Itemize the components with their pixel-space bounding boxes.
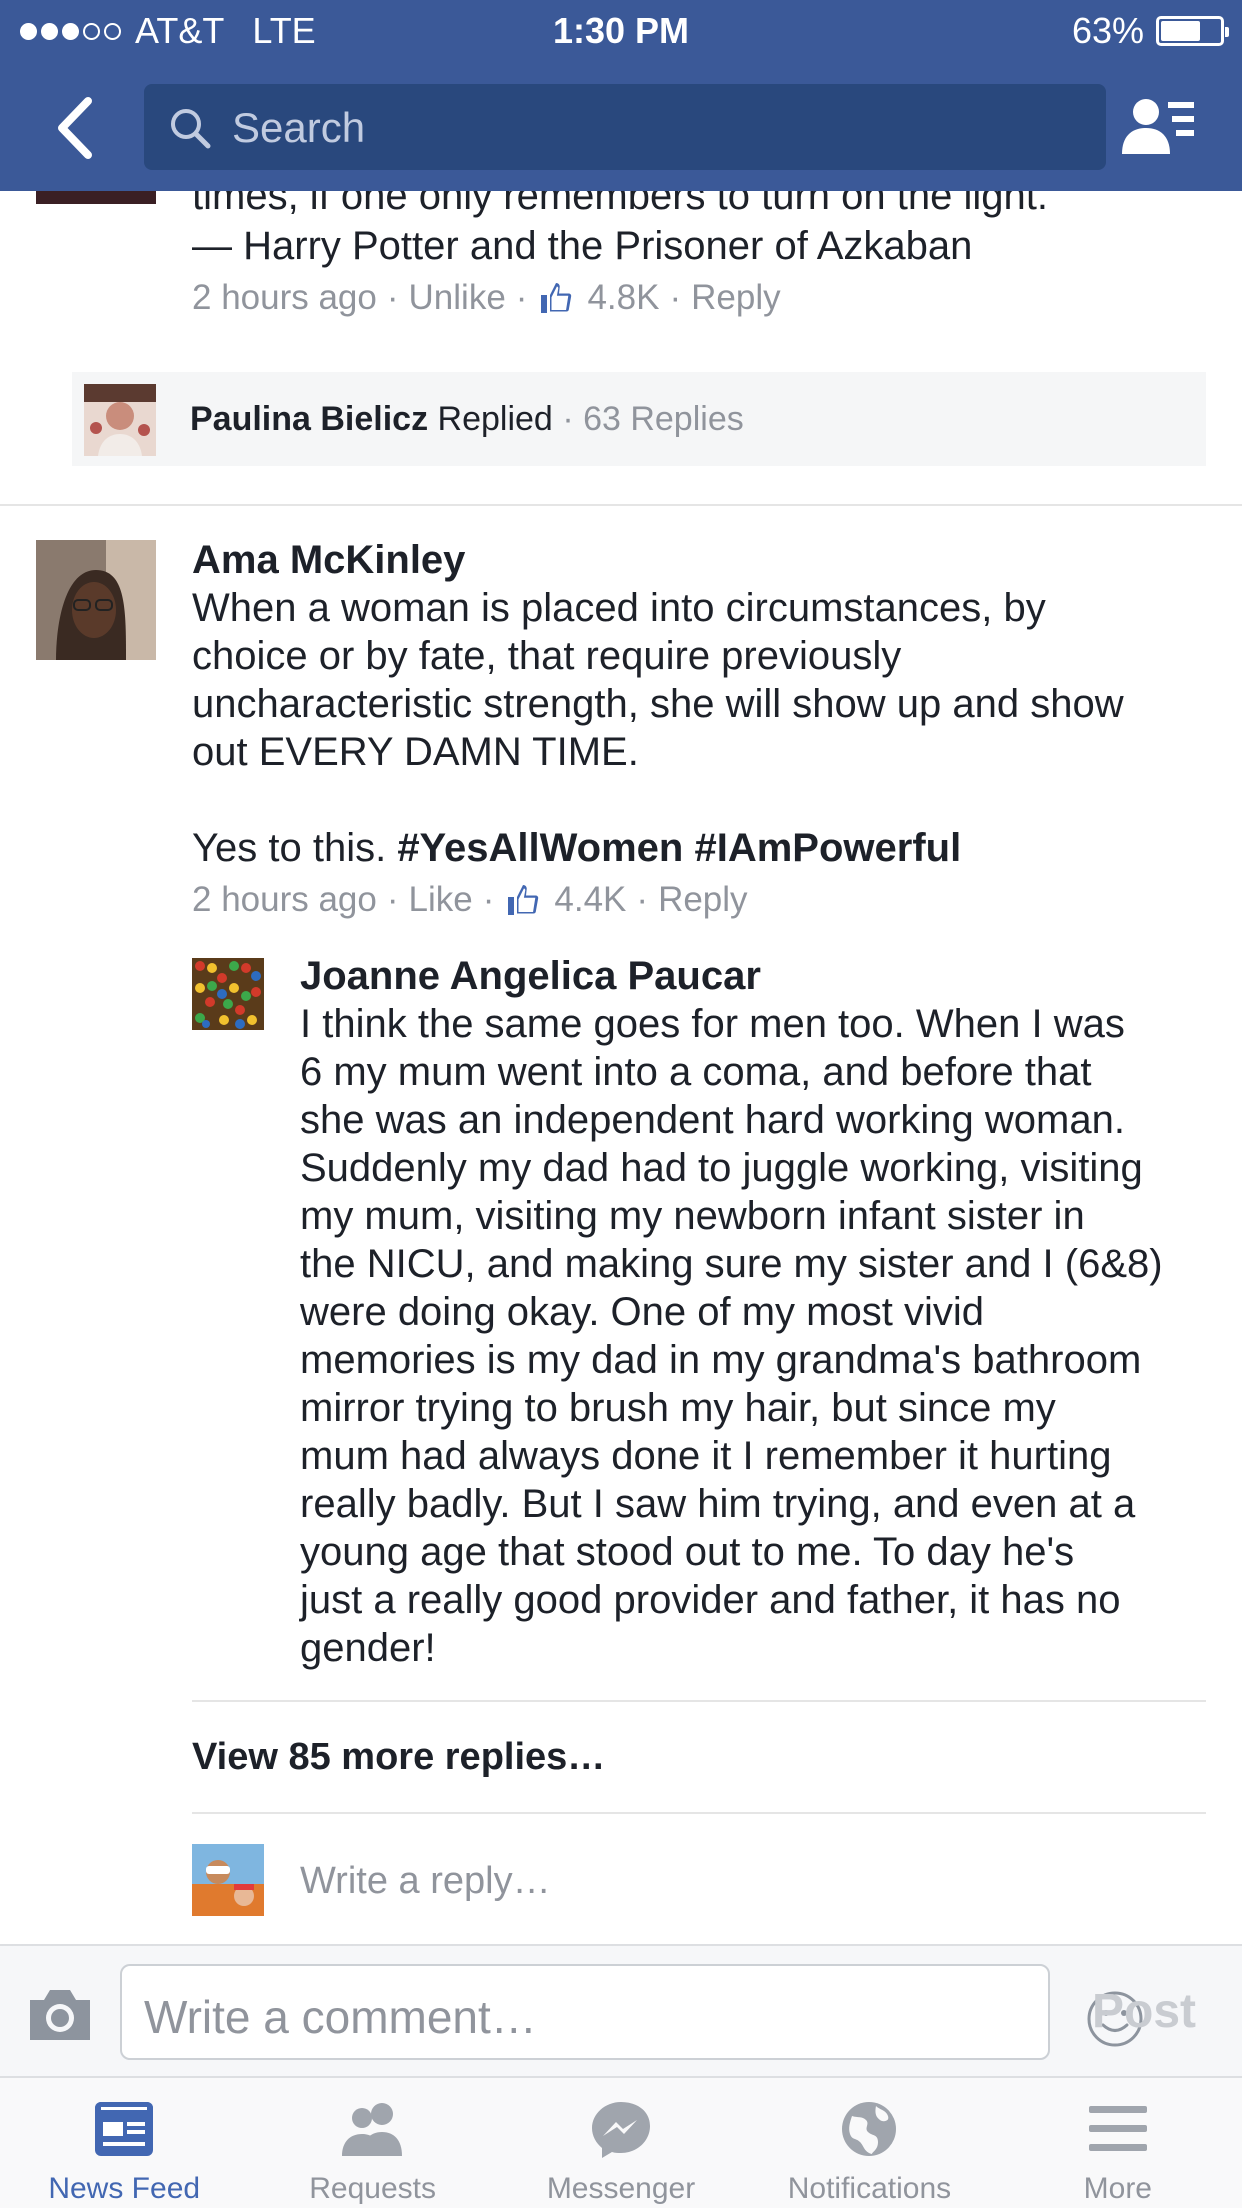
reply-line: were doing okay. One of my most vivid bbox=[300, 1290, 984, 1334]
tab-bar: News Feed Requests Messenger Notificatio… bbox=[0, 2076, 1242, 2208]
search-placeholder: Search bbox=[232, 104, 366, 151]
reply-line: mirror trying to brush my hair, but sinc… bbox=[300, 1386, 1056, 1430]
reply-count: · 63 Replies bbox=[562, 400, 744, 438]
battery-percent: 63% bbox=[1071, 10, 1144, 51]
reply-line: gender! bbox=[300, 1626, 436, 1670]
tab-label: News Feed bbox=[48, 2172, 201, 2205]
tab-notifications[interactable]: Notifications bbox=[745, 2078, 993, 2208]
hashtags[interactable]: #YesAllWomen #IAmPowerful bbox=[397, 826, 961, 870]
post-button[interactable]: Post bbox=[1092, 1984, 1196, 2039]
comment-composer: Write a comment… Post bbox=[0, 1944, 1242, 2076]
tab-more[interactable]: More bbox=[994, 2078, 1242, 2208]
write-reply-input[interactable]: Write a reply… bbox=[300, 1860, 551, 1903]
reply-body: I think the same goes for men too. When … bbox=[300, 1000, 1220, 1672]
comment-meta: 2 hours ago · Like · 4.4K · Reply bbox=[192, 880, 748, 920]
comment-yes-text: Yes to this. bbox=[192, 826, 398, 870]
replier-avatar bbox=[84, 384, 156, 456]
like-count[interactable]: 4.4K bbox=[554, 880, 626, 920]
battery-level-fill bbox=[1161, 21, 1201, 41]
tab-news-feed[interactable]: News Feed bbox=[0, 2078, 248, 2208]
comment-line-1: When a woman is placed into circumstance… bbox=[192, 586, 1046, 630]
globe-icon bbox=[842, 2102, 897, 2156]
like-thumb-icon bbox=[508, 885, 539, 915]
search-icon bbox=[171, 109, 211, 149]
status-bar: AT&T LTE 1:30 PM 63% bbox=[0, 0, 1242, 62]
reply-line: young age that stood out to me. To day h… bbox=[300, 1530, 1075, 1574]
tab-requests[interactable]: Requests bbox=[248, 2078, 496, 2208]
reply-link[interactable]: Reply bbox=[691, 278, 780, 318]
current-user-avatar bbox=[192, 1844, 264, 1916]
replier-name[interactable]: Paulina Bielicz bbox=[190, 400, 428, 438]
write-reply-divider bbox=[192, 1812, 1206, 1814]
tab-messenger[interactable]: Messenger bbox=[497, 2078, 745, 2208]
reply-line: she was an independent hard working woma… bbox=[300, 1098, 1125, 1142]
tab-label: Messenger bbox=[546, 2172, 696, 2205]
reply-link[interactable]: Reply bbox=[658, 880, 747, 920]
like-count[interactable]: 4.8K bbox=[587, 278, 659, 318]
clock: 1:30 PM bbox=[552, 10, 690, 51]
comment-line-yes: Yes to this. #YesAllWomen #IAmPowerful bbox=[192, 824, 961, 872]
comment-divider bbox=[0, 504, 1242, 506]
comment-line-2: choice or by fate, that require previous… bbox=[192, 634, 902, 678]
navigation-bar: AT&T LTE 1:30 PM 63% Search bbox=[0, 0, 1242, 191]
reply-author-avatar[interactable] bbox=[192, 958, 264, 1030]
commenter-avatar[interactable] bbox=[36, 540, 156, 660]
tab-label: More bbox=[1083, 2172, 1152, 2205]
battery-icon bbox=[1156, 16, 1229, 46]
friends-list-icon[interactable] bbox=[1120, 96, 1196, 156]
replied-verb: Replied bbox=[437, 400, 553, 438]
view-more-replies-link[interactable]: View 85 more replies… bbox=[192, 1736, 605, 1779]
friend-requests-icon bbox=[341, 2103, 402, 2156]
timestamp: 2 hours ago bbox=[192, 278, 377, 317]
reply-line: my mum, visiting my newborn infant siste… bbox=[300, 1194, 1085, 1238]
replies-preview[interactable]: Paulina Bielicz Replied · 63 Replies bbox=[72, 372, 1206, 466]
replies-summary[interactable]: Paulina Bielicz Replied · 63 Replies bbox=[190, 400, 744, 439]
back-chevron-icon[interactable] bbox=[52, 95, 96, 161]
reply-line: really badly. But I saw him trying, and … bbox=[300, 1482, 1136, 1526]
timestamp: 2 hours ago bbox=[192, 880, 377, 919]
reply-line: Suddenly my dad had to juggle working, v… bbox=[300, 1146, 1143, 1190]
tab-label: Notifications bbox=[787, 2172, 952, 2205]
reply-line: mum had always done it I remember it hur… bbox=[300, 1434, 1112, 1478]
like-thumb-icon bbox=[541, 283, 572, 313]
camera-icon[interactable] bbox=[26, 1986, 94, 2042]
post-tail-meta: 2 hours ago · Unlike · 4.8K · Reply bbox=[192, 278, 781, 318]
reply-line: memories is my dad in my grandma's bathr… bbox=[300, 1338, 1142, 1382]
menu-icon bbox=[1088, 2106, 1147, 2151]
unlike-link[interactable]: Unlike bbox=[409, 278, 506, 318]
news-feed-icon bbox=[95, 2102, 154, 2156]
reply-line: the NICU, and making sure my sister and … bbox=[300, 1242, 1163, 1286]
search-input[interactable]: Search bbox=[144, 84, 1106, 170]
post-tail-line2: — Harry Potter and the Prisoner of Azkab… bbox=[192, 224, 973, 268]
reply-author-name[interactable]: Joanne Angelica Paucar bbox=[300, 952, 761, 1000]
commenter-name[interactable]: Ama McKinley bbox=[192, 536, 465, 584]
like-link[interactable]: Like bbox=[409, 880, 473, 920]
comment-input[interactable]: Write a comment… bbox=[120, 1964, 1143, 2060]
comments-feed[interactable]: times, if one only remembers to turn on … bbox=[0, 0, 1242, 1944]
comment-line-3: uncharacteristic strength, she will show… bbox=[192, 682, 1124, 726]
reply-line: just a really good provider and father, … bbox=[300, 1578, 1121, 1622]
view-more-divider bbox=[192, 1700, 1206, 1702]
comment-placeholder: Write a comment… bbox=[144, 1991, 537, 2043]
reply-line: 6 my mum went into a coma, and before th… bbox=[300, 1050, 1092, 1094]
tab-label: Requests bbox=[309, 2172, 436, 2205]
messenger-icon bbox=[592, 2102, 651, 2158]
reply-line: I think the same goes for men too. When … bbox=[300, 1002, 1125, 1046]
comment-line-4: out EVERY DAMN TIME. bbox=[192, 730, 639, 774]
